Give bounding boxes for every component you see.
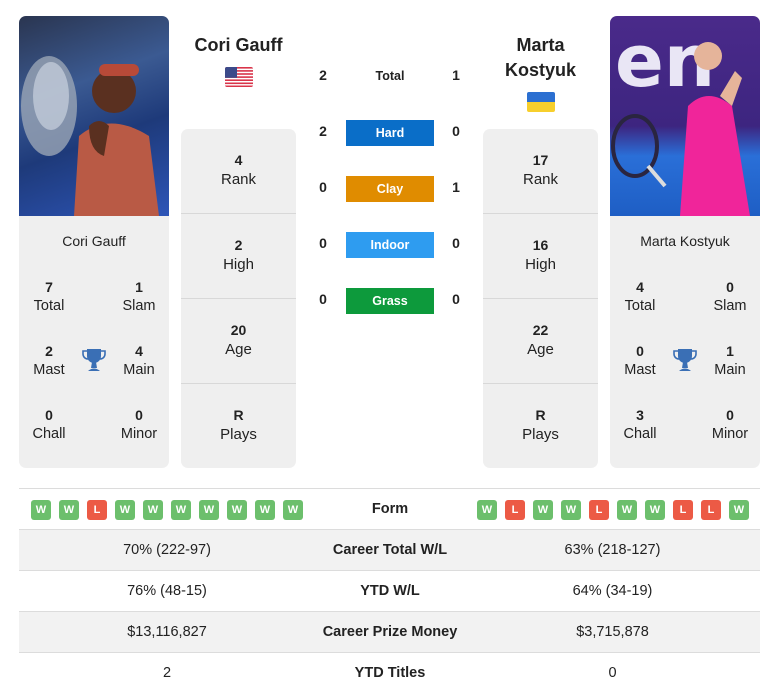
usa-flag-icon <box>225 67 253 87</box>
surface-grass-badge[interactable]: Grass <box>346 288 434 314</box>
form-loss-badge[interactable]: L <box>87 500 107 520</box>
form-row: WWLWWWWWWW Form WLWWLWWLLW <box>19 488 760 529</box>
h2h-grass-p2: 0 <box>452 291 460 307</box>
form-win-badge[interactable]: W <box>477 500 497 520</box>
h2h-total-label: Total <box>375 69 405 83</box>
form-win-badge[interactable]: W <box>199 500 219 520</box>
h2h-grass-p1: 0 <box>319 291 327 307</box>
h2h-hard-p2: 0 <box>452 123 460 139</box>
form-win-badge[interactable]: W <box>561 500 581 520</box>
player1-prize-money: $13,116,827 <box>127 624 207 640</box>
form-loss-badge[interactable]: L <box>505 500 525 520</box>
player1-career-wl: 70% (222-97) <box>123 542 211 558</box>
surface-hard-badge[interactable]: Hard <box>346 120 434 146</box>
player1-rank: 4 Rank <box>181 129 296 214</box>
h2h-total-p2: 1 <box>452 67 460 83</box>
player2-titles-card: Marta Kostyuk 4 Total 0 Slam 0 Mast 1 Ma… <box>610 216 760 468</box>
player1-main-titles: 4 Main <box>123 343 155 378</box>
prize-money-row: $13,116,827 Career Prize Money $3,715,87… <box>19 611 760 652</box>
form-win-badge[interactable]: W <box>59 500 79 520</box>
h2h-hard-p1: 2 <box>319 123 327 139</box>
h2h-indoor-p1: 0 <box>319 235 327 251</box>
player2-ytd-wl: 64% (34-19) <box>572 583 653 599</box>
prize-money-label: Career Prize Money <box>322 624 458 640</box>
h2h-total-p1: 2 <box>319 67 327 83</box>
player2-minor-titles: 0 Minor <box>711 407 749 442</box>
player2-career-wl: 63% (218-127) <box>564 542 661 558</box>
ytd-wl-row: 76% (48-15) YTD W/L 64% (34-19) <box>19 570 760 611</box>
player2-main-titles: 1 Main <box>714 343 746 378</box>
player2-card-name: Marta Kostyuk <box>640 233 730 249</box>
player2-high: 16 High <box>483 214 598 299</box>
player2-chall-titles: 3 Chall <box>623 407 657 442</box>
player1-stats-card: 4 Rank 2 High 20 Age R Plays <box>181 129 296 468</box>
player1-photo-image <box>21 56 159 216</box>
player2-prize-money: $3,715,878 <box>576 624 649 640</box>
ytd-titles-label: YTD Titles <box>354 665 426 681</box>
form-win-badge[interactable]: W <box>143 500 163 520</box>
ukraine-flag-icon <box>527 92 555 112</box>
player2-photo-image: en <box>611 19 750 216</box>
player1-minor-titles: 0 Minor <box>120 407 158 442</box>
player2-plays: R Plays <box>522 407 559 443</box>
form-loss-badge[interactable]: L <box>589 500 609 520</box>
form-label: Form <box>371 501 409 517</box>
career-wl-row: 70% (222-97) Career Total W/L 63% (218-1… <box>19 529 760 570</box>
player1-total-titles: 7 Total <box>33 279 65 314</box>
career-wl-label: Career Total W/L <box>332 542 448 558</box>
player1-titles-card: Cori Gauff 7 Total 1 Slam 2 Mast 4 Main … <box>19 216 169 468</box>
player1-mast-titles: 2 Mast <box>33 343 65 378</box>
player1-ytd-wl: 76% (48-15) <box>127 583 207 599</box>
player1-chall-titles: 0 Chall <box>32 407 66 442</box>
player1-name[interactable]: Cori Gauff <box>181 33 296 58</box>
player1-photo <box>19 16 169 216</box>
form-win-badge[interactable]: W <box>115 500 135 520</box>
ytd-titles-row: 2 YTD Titles 0 <box>19 652 760 693</box>
h2h-clay-p1: 0 <box>319 179 327 195</box>
player1-plays: R Plays <box>220 407 257 443</box>
form-loss-badge[interactable]: L <box>673 500 693 520</box>
form-win-badge[interactable]: W <box>255 500 275 520</box>
player1-age: 20 Age <box>181 299 296 384</box>
form-win-badge[interactable]: W <box>533 500 553 520</box>
player2-ytd-titles: 0 <box>608 665 617 681</box>
player2-form: WLWWLWWLLW <box>477 500 757 520</box>
player2-photo: en <box>610 16 760 216</box>
player2-stats-card: 17 Rank 16 High 22 Age R Plays <box>483 129 598 468</box>
form-win-badge[interactable]: W <box>617 500 637 520</box>
form-win-badge[interactable]: W <box>31 500 51 520</box>
player1-ytd-titles: 2 <box>162 665 172 681</box>
ytd-wl-label: YTD W/L <box>360 583 420 599</box>
player2-rank: 17 Rank <box>483 129 598 214</box>
form-loss-badge[interactable]: L <box>701 500 721 520</box>
player1-card-name: Cori Gauff <box>62 233 126 249</box>
form-win-badge[interactable]: W <box>171 500 191 520</box>
form-win-badge[interactable]: W <box>227 500 247 520</box>
surface-clay-badge[interactable]: Clay <box>346 176 434 202</box>
surface-indoor-badge[interactable]: Indoor <box>346 232 434 258</box>
player2-name[interactable]: Marta Kostyuk <box>483 33 598 83</box>
player1-form: WWLWWWWWWW <box>31 500 311 520</box>
form-win-badge[interactable]: W <box>283 500 303 520</box>
h2h-indoor-p2: 0 <box>452 235 460 251</box>
trophy-icon <box>672 347 698 373</box>
form-win-badge[interactable]: W <box>729 500 749 520</box>
player2-slam-titles: 0 Slam <box>713 279 747 314</box>
player1-high: 2 High <box>181 214 296 299</box>
player1-slam-titles: 1 Slam <box>122 279 156 314</box>
form-win-badge[interactable]: W <box>645 500 665 520</box>
player2-mast-titles: 0 Mast <box>624 343 656 378</box>
player2-total-titles: 4 Total <box>624 279 656 314</box>
trophy-icon <box>81 347 107 373</box>
player2-age: 22 Age <box>483 299 598 384</box>
h2h-clay-p2: 1 <box>452 179 460 195</box>
